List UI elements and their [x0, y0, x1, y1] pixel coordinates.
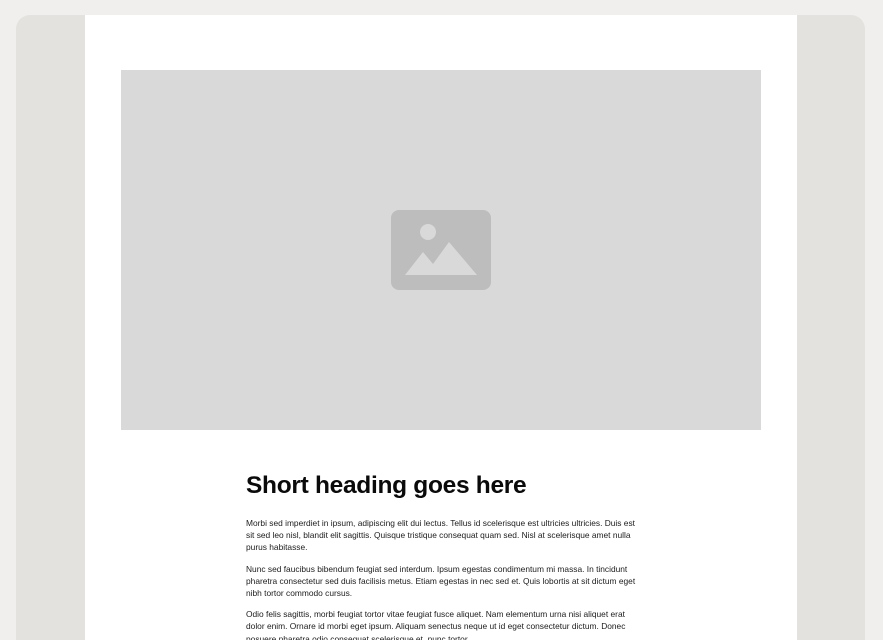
browser-frame: Short heading goes here Morbi sed imperd…: [16, 15, 865, 640]
page-canvas: Short heading goes here Morbi sed imperd…: [85, 15, 797, 640]
image-placeholder-icon: [391, 210, 491, 290]
article-heading: Short heading goes here: [246, 472, 527, 499]
article-paragraph: Odio felis sagittis, morbi feugiat torto…: [246, 609, 626, 640]
article: Short heading goes here Morbi sed imperd…: [246, 471, 638, 640]
article-paragraph: Nunc sed faucibus bibendum feugiat sed i…: [246, 563, 636, 599]
hero-image-placeholder: [121, 70, 761, 430]
article-paragraph: Morbi sed imperdiet in ipsum, adipiscing…: [246, 518, 635, 553]
